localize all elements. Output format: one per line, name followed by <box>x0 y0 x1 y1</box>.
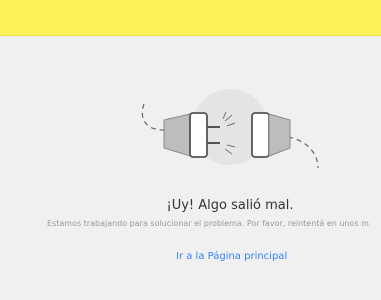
unplugged-cable-icon <box>130 80 330 180</box>
error-page: ¡Uy! Algo salió mal. Estamos trabajando … <box>0 0 381 300</box>
error-title: ¡Uy! Algo salió mal. <box>166 198 294 213</box>
error-message: Estamos trabajando para solucionar el pr… <box>47 219 369 228</box>
header-bar <box>0 0 381 36</box>
home-page-link[interactable]: Ir a la Página principal <box>176 251 287 262</box>
